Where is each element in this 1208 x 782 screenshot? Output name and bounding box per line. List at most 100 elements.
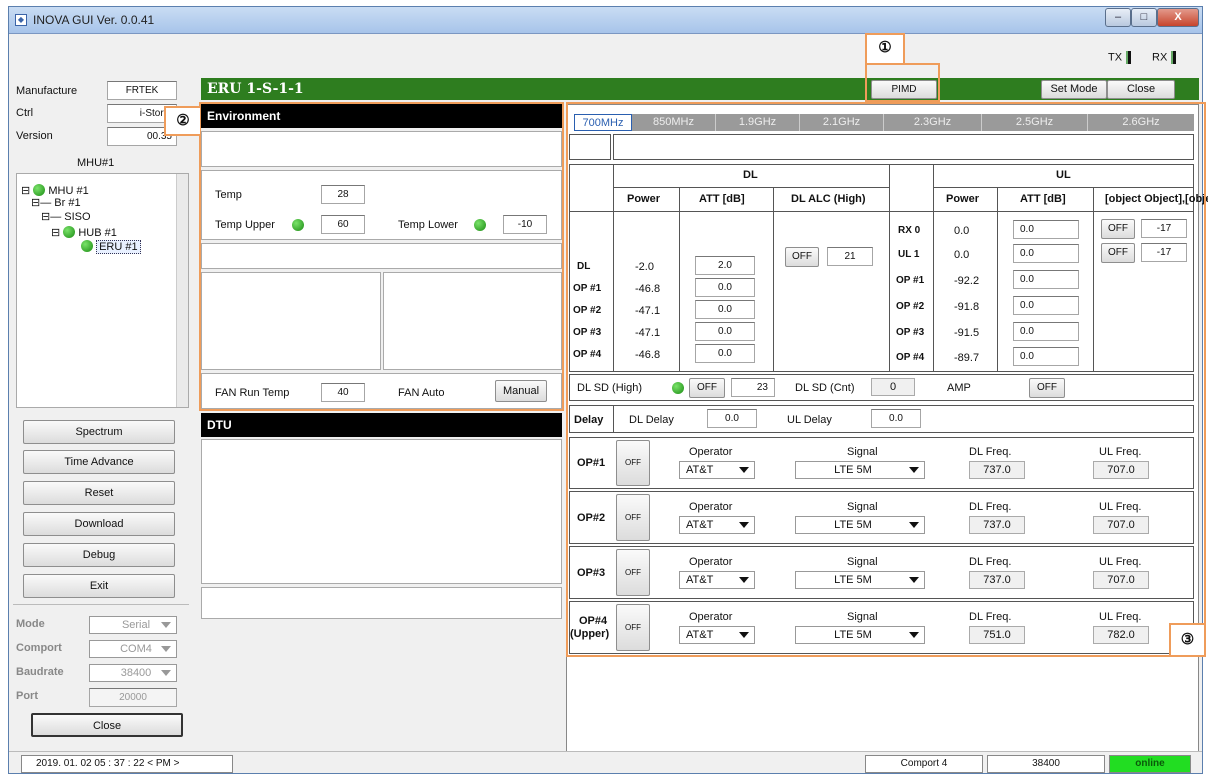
tab-700mhz[interactable]: 700MHz bbox=[574, 114, 632, 131]
tab-1-9ghz[interactable]: 1.9GHz bbox=[716, 114, 800, 131]
close-window-button[interactable]: X bbox=[1157, 8, 1199, 27]
ul-alc-toggle-1[interactable]: OFF bbox=[1101, 219, 1135, 239]
op1-operator-select[interactable]: AT&T bbox=[679, 461, 755, 479]
op2-label: OP#2 bbox=[577, 512, 606, 524]
tree-item-hub[interactable]: ⊟ HUB #1 bbox=[51, 224, 117, 239]
tree-item-siso[interactable]: ⊟— SISO bbox=[41, 210, 91, 223]
serial-close-button[interactable]: Close bbox=[31, 713, 183, 737]
set-mode-button[interactable]: Set Mode bbox=[1041, 80, 1107, 99]
op1-toggle[interactable]: OFF bbox=[616, 440, 650, 486]
dl-op2-att[interactable]: 0.0 bbox=[695, 300, 755, 319]
temp-upper-field[interactable]: 60 bbox=[321, 215, 365, 234]
ul-delay-label: UL Delay bbox=[787, 414, 832, 426]
window-title: INOVA GUI Ver. 0.0.41 bbox=[33, 13, 155, 27]
ul-alc-field-1[interactable]: -17 bbox=[1141, 219, 1187, 238]
op2-ul-freq-label: UL Freq. bbox=[1099, 501, 1142, 513]
tx-label: TX bbox=[1108, 51, 1123, 64]
op1-dl-freq-label: DL Freq. bbox=[969, 446, 1012, 458]
ul-op4-att[interactable]: 0.0 bbox=[1013, 347, 1079, 366]
dl-alc-toggle[interactable]: OFF bbox=[785, 247, 819, 267]
ul-ul1-att[interactable]: 0.0 bbox=[1013, 244, 1079, 263]
reset-button[interactable]: Reset bbox=[23, 481, 175, 505]
temp-lower-field[interactable]: -10 bbox=[503, 215, 547, 234]
debug-button[interactable]: Debug bbox=[23, 543, 175, 567]
dl-sd-label: DL SD (High) bbox=[577, 382, 642, 394]
ul-rx0-att[interactable]: 0.0 bbox=[1013, 220, 1079, 239]
dl-row-power: -2.0 bbox=[635, 261, 654, 273]
tree-item-eru[interactable]: ERU #1 bbox=[81, 238, 141, 254]
baudrate-label: Baudrate bbox=[16, 666, 64, 678]
dl-op3-att[interactable]: 0.0 bbox=[695, 322, 755, 341]
time-advance-button[interactable]: Time Advance bbox=[23, 450, 175, 474]
tree-scrollbar[interactable] bbox=[176, 174, 188, 407]
minimize-button[interactable]: – bbox=[1105, 8, 1131, 27]
ul-att-header: ATT [dB] bbox=[1020, 193, 1066, 205]
amp-toggle[interactable]: OFF bbox=[1029, 378, 1065, 398]
maximize-button[interactable]: □ bbox=[1131, 8, 1157, 27]
ul-op2-att[interactable]: 0.0 bbox=[1013, 296, 1079, 315]
op1-ul-freq: 707.0 bbox=[1093, 461, 1149, 479]
dtu-header: DTU bbox=[201, 413, 562, 437]
status-comport: Comport 4 bbox=[865, 755, 983, 773]
ul-delay-field[interactable]: 0.0 bbox=[871, 409, 921, 428]
op1-signal-select[interactable]: LTE 5M bbox=[795, 461, 925, 479]
table-rule bbox=[997, 187, 998, 372]
mode-select[interactable]: Serial bbox=[89, 616, 177, 634]
comport-select[interactable]: COM4 bbox=[89, 640, 177, 658]
tab-2-3ghz[interactable]: 2.3GHz bbox=[884, 114, 982, 131]
tree-item-mhu[interactable]: ⊟ MHU #1 bbox=[21, 182, 89, 197]
fan-run-temp-field[interactable]: 40 bbox=[321, 383, 365, 402]
exit-button[interactable]: Exit bbox=[23, 574, 175, 598]
dl-op3-label: OP #3 bbox=[573, 327, 602, 338]
op3-toggle[interactable]: OFF bbox=[616, 549, 650, 596]
pimd-button[interactable]: PIMD bbox=[871, 80, 937, 99]
download-button[interactable]: Download bbox=[23, 512, 175, 536]
dl-op1-label: OP #1 bbox=[573, 283, 602, 294]
op4-operator-select[interactable]: AT&T bbox=[679, 626, 755, 644]
op2-operator-select[interactable]: AT&T bbox=[679, 516, 755, 534]
rx-led-icon bbox=[1171, 51, 1177, 64]
device-title: ERU 1-S-1-1 bbox=[207, 81, 304, 97]
ul-op3-att[interactable]: 0.0 bbox=[1013, 322, 1079, 341]
tab-850mhz[interactable]: 850MHz bbox=[632, 114, 716, 131]
tab-2-1ghz[interactable]: 2.1GHz bbox=[800, 114, 884, 131]
env-blank-box bbox=[201, 131, 562, 167]
op3-signal-select[interactable]: LTE 5M bbox=[795, 571, 925, 589]
op2-dl-freq: 737.0 bbox=[969, 516, 1025, 534]
op1-label: OP#1 bbox=[577, 457, 606, 469]
dl-sd-toggle[interactable]: OFF bbox=[689, 378, 725, 398]
device-tree[interactable]: ⊟ MHU #1 ⊟— Br #1 ⊟— SISO ⊟ HUB #1 ERU #… bbox=[16, 173, 189, 408]
dl-delay-field[interactable]: 0.0 bbox=[707, 409, 757, 428]
op3-operator-select[interactable]: AT&T bbox=[679, 571, 755, 589]
env-blank-bar bbox=[201, 243, 562, 269]
dl-att-header: ATT [dB] bbox=[699, 193, 745, 205]
statusbar-divider bbox=[9, 751, 1202, 752]
tab-2-5ghz[interactable]: 2.5GHz bbox=[982, 114, 1088, 131]
tab-2-6ghz[interactable]: 2.6GHz bbox=[1088, 114, 1194, 131]
op4-toggle[interactable]: OFF bbox=[616, 604, 650, 651]
dl-sd-field[interactable]: 23 bbox=[731, 378, 775, 397]
marker-2: ② bbox=[164, 106, 200, 136]
baudrate-select[interactable]: 38400 bbox=[89, 664, 177, 682]
op2-signal-select[interactable]: LTE 5M bbox=[795, 516, 925, 534]
manual-button[interactable]: Manual bbox=[495, 380, 547, 402]
ul-alc-toggle-2[interactable]: OFF bbox=[1101, 243, 1135, 263]
op1-ul-freq-label: UL Freq. bbox=[1099, 446, 1142, 458]
op1-signal-label: Signal bbox=[847, 446, 878, 458]
table-rule bbox=[933, 187, 1194, 188]
op3-dl-freq: 737.0 bbox=[969, 571, 1025, 589]
ul-op1-att[interactable]: 0.0 bbox=[1013, 270, 1079, 289]
ul-alc-field-2[interactable]: -17 bbox=[1141, 243, 1187, 262]
port-field[interactable]: 20000 bbox=[89, 688, 177, 707]
dl-op1-att[interactable]: 0.0 bbox=[695, 278, 755, 297]
op3-signal-label: Signal bbox=[847, 556, 878, 568]
close-button[interactable]: Close bbox=[1107, 80, 1175, 99]
dl-row-att[interactable]: 2.0 bbox=[695, 256, 755, 275]
dl-alc-field[interactable]: 21 bbox=[827, 247, 873, 266]
dl-op4-att[interactable]: 0.0 bbox=[695, 344, 755, 363]
op2-ul-freq: 707.0 bbox=[1093, 516, 1149, 534]
tree-item-br[interactable]: ⊟— Br #1 bbox=[31, 196, 81, 209]
op4-signal-select[interactable]: LTE 5M bbox=[795, 626, 925, 644]
op2-toggle[interactable]: OFF bbox=[616, 494, 650, 541]
spectrum-button[interactable]: Spectrum bbox=[23, 420, 175, 444]
